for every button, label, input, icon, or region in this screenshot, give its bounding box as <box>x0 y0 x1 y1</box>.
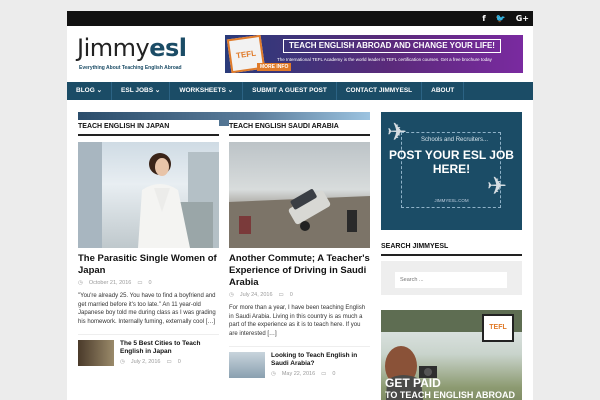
search-input[interactable] <box>395 272 507 288</box>
airplane-icon: ✈ <box>387 118 408 146</box>
tefl-badge: TEFL <box>482 314 514 342</box>
post-title[interactable]: Another Commute; A Teacher's Experience … <box>229 253 370 289</box>
ad-headline: GET PAID <box>385 376 441 390</box>
banner-title: TEACH ENGLISH ABROAD AND CHANGE YOUR LIF… <box>283 39 501 53</box>
twitter-icon[interactable]: 🐦 <box>496 14 506 23</box>
featured-image[interactable] <box>78 142 219 248</box>
post-meta: ◷ October 21, 2016 ▭ 0 <box>78 280 219 286</box>
nav-blog[interactable]: BLOG ⌄ <box>67 82 113 100</box>
post-excerpt: For more than a year, I have been teachi… <box>229 305 366 337</box>
section-heading[interactable]: TEACH ENGLISH IN JAPAN <box>78 120 219 136</box>
comment-count[interactable]: 0 <box>149 280 152 286</box>
site-logo[interactable]: Jimmyesl <box>77 34 187 62</box>
get-paid-ad[interactable]: TEFL GET PAID TO TEACH ENGLISH ABROAD <box>381 310 522 400</box>
comment-icon: ▭ <box>137 280 143 286</box>
comment-icon: ▭ <box>321 371 327 378</box>
nav-esl-jobs[interactable]: ESL JOBS ⌄ <box>112 82 171 100</box>
comment-count[interactable]: 0 <box>290 292 293 298</box>
ad-headline: POST YOUR ESL JOB HERE! <box>389 148 514 176</box>
post-date: July 2, 2016 <box>130 359 161 366</box>
googleplus-icon[interactable]: G+ <box>516 14 529 23</box>
comment-icon: ▭ <box>166 359 172 366</box>
header: Jimmyesl Everything About Teaching Engli… <box>67 26 533 82</box>
woman-photo-icon <box>78 142 219 248</box>
post-esl-job-ad[interactable]: ✈ ✈ Schools and Recruiters... POST YOUR … <box>381 112 522 230</box>
banner-subtitle: The International TEFL Academy is the wo… <box>277 57 492 62</box>
post-date: October 21, 2016 <box>88 280 132 286</box>
small-post-meta: ◷ July 2, 2016 ▭ 0 <box>120 359 219 365</box>
comment-icon: ▭ <box>278 292 284 298</box>
ad-site: JIMMYESL.COM <box>434 198 469 203</box>
post-date: May 22, 2016 <box>281 371 316 378</box>
clock-icon: ◷ <box>78 280 83 286</box>
nav-contact[interactable]: CONTACT JIMMYESL <box>337 82 423 100</box>
clock-icon: ◷ <box>229 292 234 298</box>
top-bar: f 🐦 G+ <box>67 11 533 26</box>
post-excerpt: "You're already 25. You have to find a b… <box>78 293 216 325</box>
main-nav: BLOG ⌄ ESL JOBS ⌄ WORKSHEETS ⌄ SUBMIT A … <box>67 82 533 100</box>
section-heading[interactable]: TEACH ENGLISH SAUDI ARABIA <box>229 120 370 136</box>
search-heading: SEARCH JIMMYESL <box>381 240 522 256</box>
post-title[interactable]: The Parasitic Single Women of Japan <box>78 253 219 277</box>
comment-count[interactable]: 0 <box>178 359 181 365</box>
small-post-title[interactable]: The 5 Best Cities to Teach English in Ja… <box>120 340 219 356</box>
clock-icon: ◷ <box>120 359 125 366</box>
featured-image[interactable] <box>229 142 370 248</box>
tefl-banner-ad[interactable]: TEFL TEACH ENGLISH ABROAD AND CHANGE YOU… <box>225 35 523 73</box>
sidebar: ✈ ✈ Schools and Recruiters... POST YOUR … <box>381 112 522 400</box>
search-widget <box>381 261 522 295</box>
list-item[interactable]: The 5 Best Cities to Teach English in Ja… <box>78 334 219 367</box>
site-tagline: Everything About Teaching English Abroad <box>79 65 182 71</box>
nav-submit-guest-post[interactable]: SUBMIT A GUEST POST <box>243 82 337 100</box>
nav-worksheets[interactable]: WORKSHEETS ⌄ <box>170 82 244 100</box>
small-post-meta: ◷ May 22, 2016 ▭ 0 <box>271 371 370 377</box>
ad-subheadline: TO TEACH ENGLISH ABROAD <box>385 390 516 400</box>
nav-about[interactable]: ABOUT <box>422 82 465 100</box>
clock-icon: ◷ <box>271 371 276 378</box>
comment-count[interactable]: 0 <box>332 371 335 377</box>
page: f 🐦 G+ Jimmyesl Everything About Teachin… <box>67 11 533 400</box>
ad-subtitle: Schools and Recruiters... <box>421 137 489 143</box>
airplane-icon: ✈ <box>487 172 508 200</box>
list-item[interactable]: Looking to Teach English in Saudi Arabia… <box>229 346 370 379</box>
post-thumbnail[interactable] <box>229 352 265 379</box>
more-info-button[interactable]: MORE INFO <box>257 63 292 71</box>
small-post-title[interactable]: Looking to Teach English in Saudi Arabia… <box>271 352 370 368</box>
facebook-icon[interactable]: f <box>482 14 485 23</box>
post-meta: ◷ July 24, 2016 ▭ 0 <box>229 292 370 298</box>
content-area: TEACH ENGLISH IN JAPAN The Parasitic Sin… <box>67 100 533 400</box>
post-date: July 24, 2016 <box>239 292 273 298</box>
japan-column: TEACH ENGLISH IN JAPAN The Parasitic Sin… <box>78 120 219 367</box>
saudi-column: TEACH ENGLISH SAUDI ARABIA Another Commu… <box>229 120 370 379</box>
car-photo-icon <box>229 189 370 248</box>
post-thumbnail[interactable] <box>78 340 114 367</box>
